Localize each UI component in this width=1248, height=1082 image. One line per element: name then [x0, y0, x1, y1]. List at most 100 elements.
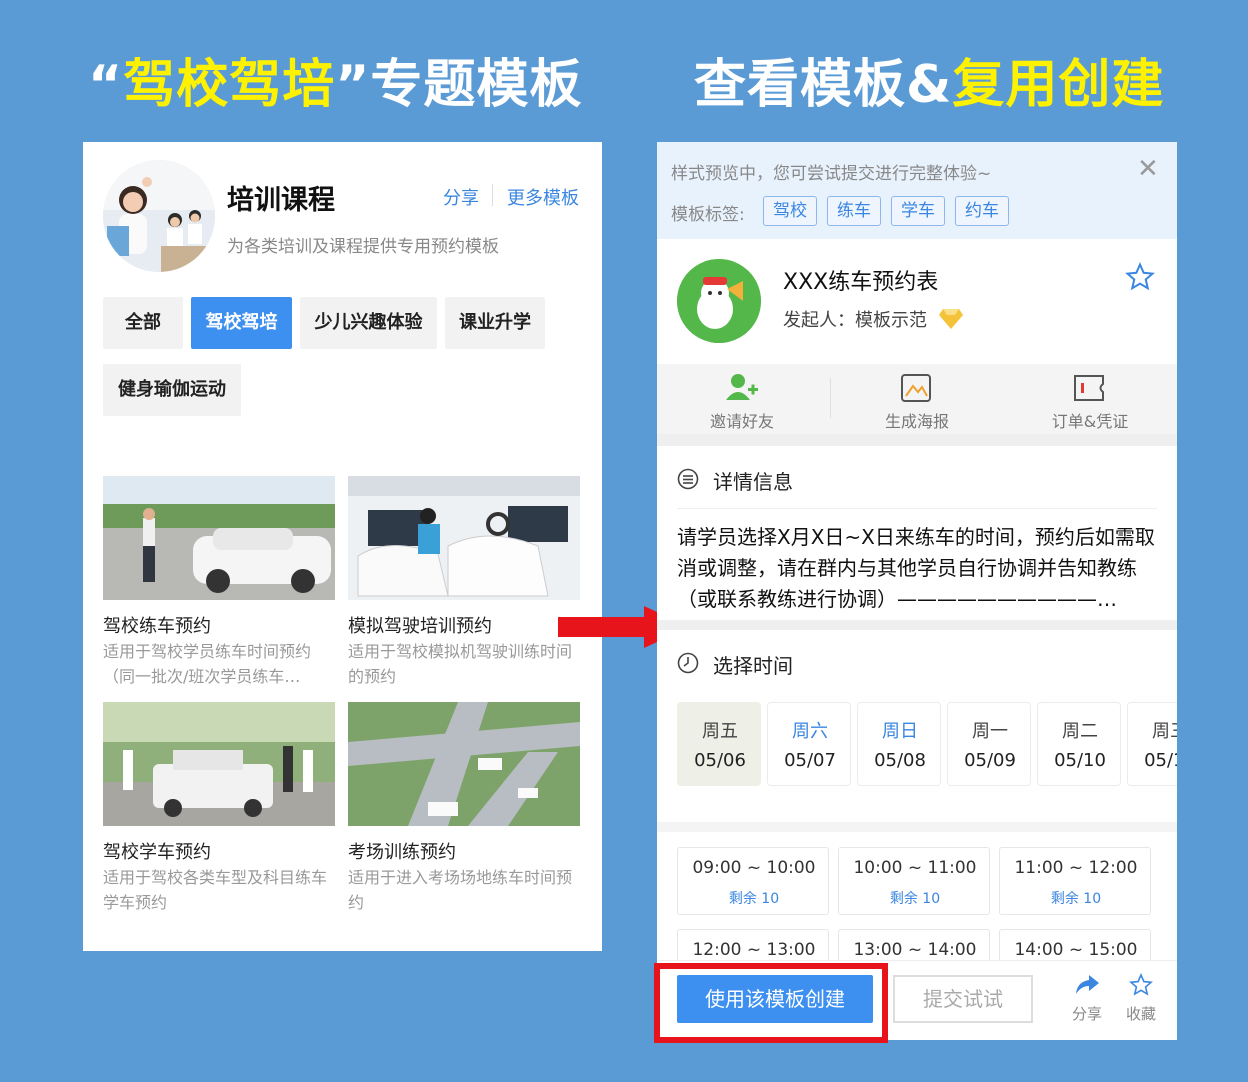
invite-friends-label: 邀请好友 [709, 412, 774, 431]
headline-highlight: 复用创建 [952, 55, 1165, 115]
headline-quote: “ [88, 55, 124, 115]
day-date: 05/10 [1054, 750, 1106, 771]
day-tile[interactable]: 周六 05/07 [767, 702, 851, 786]
preview-banner: 样式预览中，您可尝试提交进行完整体验~ ✕ 模板标签: 驾校 练车 学车 约车 [657, 142, 1177, 239]
headline-right: 查看模板&复用创建 [694, 42, 1164, 117]
tags-label: 模板标签: [671, 205, 745, 225]
form-logo [677, 259, 761, 343]
header-divider [492, 184, 493, 206]
slot-time: 09:00 ~ 10:00 [692, 858, 816, 878]
slot-time: 12:00 ~ 13:00 [692, 940, 816, 960]
time-slot[interactable]: 09:00 ~ 10:00 剩余 10 [677, 847, 829, 915]
card-desc-exam-field: 适用于进入考场场地练车时间预约 [348, 868, 573, 912]
favorite-label: 收藏 [1125, 1005, 1156, 1023]
day-date: 05/07 [784, 750, 836, 771]
card-desc-practice: 适用于驾校学员练车时间预约（同一批次/班次学员练车… [103, 642, 312, 686]
category-tab-driving[interactable]: 驾校驾培 [191, 297, 292, 349]
day-tile[interactable]: 周一 05/09 [947, 702, 1031, 786]
add-user-icon [726, 374, 758, 400]
image-icon [901, 374, 931, 402]
day-date: 05/06 [694, 750, 746, 771]
day-date: 05/08 [874, 750, 926, 771]
day-weekday: 周六 [792, 721, 828, 742]
close-icon[interactable]: ✕ [1137, 154, 1159, 184]
slot-remaining: 剩余 10 [1050, 891, 1102, 907]
section-gap [657, 822, 1177, 832]
star-icon[interactable] [1125, 262, 1155, 292]
section-gap [657, 620, 1177, 630]
category-title: 培训课程 [227, 185, 335, 216]
slot-time: 13:00 ~ 14:00 [853, 940, 977, 960]
category-tab-kids[interactable]: 少儿兴趣体验 [300, 297, 437, 349]
template-tag[interactable]: 学车 [891, 196, 945, 226]
card-desc-simulator: 适用于驾校模拟机驾驶训练时间的预约 [348, 642, 573, 686]
share-icon [1076, 975, 1099, 994]
template-category-panel: 培训课程 分享 更多模板 为各类培训及课程提供专用预约模板 全部 驾校驾培 少儿… [83, 142, 602, 951]
list-icon [677, 468, 699, 490]
day-tile[interactable]: 周五 05/06 [677, 702, 761, 786]
slot-time: 10:00 ~ 11:00 [853, 858, 977, 878]
highlight-box [654, 963, 888, 1043]
template-tag[interactable]: 驾校 [763, 196, 817, 226]
more-templates-link[interactable]: 更多模板 [507, 184, 579, 210]
section-gap [657, 434, 1177, 446]
card-desc-learning: 适用于驾校各类车型及科目练车学车预约 [103, 868, 328, 912]
category-subtitle: 为各类培训及课程提供专用预约模板 [227, 237, 499, 257]
card-image-exam-field[interactable] [348, 702, 580, 826]
action-divider [830, 378, 831, 418]
day-weekday: 周三 [1152, 721, 1177, 742]
category-tab-academic[interactable]: 课业升学 [445, 297, 545, 349]
headline-rest: ”专题模板 [335, 55, 583, 115]
share-link[interactable]: 分享 [443, 184, 479, 210]
form-initiator: 发起人：模板示范 [783, 310, 927, 331]
submit-try-button[interactable]: 提交试试 [893, 975, 1033, 1023]
star-icon [1129, 973, 1153, 996]
headline-highlight: 驾校驾培 [123, 55, 336, 115]
template-tag[interactable]: 约车 [955, 196, 1009, 226]
share-label: 分享 [1071, 1005, 1102, 1023]
category-tab-fitness[interactable]: 健身瑜伽运动 [103, 364, 241, 416]
generate-poster-button[interactable]: 生成海报 [832, 364, 1002, 434]
form-title: XXX练车预约表 [783, 270, 939, 295]
headline-left: “驾校驾培”专题模板 [88, 42, 582, 117]
action-bar: 邀请好友 生成海报 订单&凭证 [657, 364, 1177, 434]
card-title-simulator[interactable]: 模拟驾驶培训预约 [348, 612, 492, 638]
day-weekday: 周五 [702, 721, 738, 742]
headline-plain: 查看模板& [694, 55, 953, 115]
detail-heading: 详情信息 [713, 470, 793, 494]
day-weekday: 周日 [882, 721, 918, 742]
slot-remaining: 剩余 10 [889, 891, 941, 907]
slot-remaining: 剩余 10 [728, 891, 780, 907]
slot-time: 11:00 ~ 12:00 [1014, 858, 1138, 878]
diamond-icon [939, 309, 963, 329]
card-image-simulator[interactable] [348, 476, 580, 600]
day-weekday: 周二 [1062, 721, 1098, 742]
category-tab-all[interactable]: 全部 [103, 297, 183, 349]
orders-vouchers-label: 订单&凭证 [1051, 412, 1129, 431]
ticket-icon [1074, 375, 1104, 401]
section-divider [677, 508, 1157, 509]
template-preview-panel: 样式预览中，您可尝试提交进行完整体验~ ✕ 模板标签: 驾校 练车 学车 约车 … [657, 142, 1177, 1040]
template-tag[interactable]: 练车 [827, 196, 881, 226]
day-date: 05/11 [1144, 750, 1177, 771]
card-image-learning[interactable] [103, 702, 335, 826]
detail-text: 请学员选择X月X日~X日来练车的时间，预约后如需取消或调整，请在群内与其他学员自… [677, 525, 1155, 611]
day-weekday: 周一 [972, 721, 1008, 742]
card-image-practice[interactable] [103, 476, 335, 600]
time-slot[interactable]: 11:00 ~ 12:00 剩余 10 [999, 847, 1151, 915]
card-title-learning[interactable]: 驾校学车预约 [103, 838, 211, 864]
day-tile[interactable]: 周三 05/11 [1127, 702, 1177, 786]
orders-vouchers-button[interactable]: 订单&凭证 [1005, 364, 1175, 434]
time-slot[interactable]: 10:00 ~ 11:00 剩余 10 [838, 847, 990, 915]
generate-poster-label: 生成海报 [884, 412, 949, 431]
day-tile[interactable]: 周二 05/10 [1037, 702, 1121, 786]
card-title-practice[interactable]: 驾校练车预约 [103, 612, 211, 638]
day-tile[interactable]: 周日 05/08 [857, 702, 941, 786]
time-heading: 选择时间 [713, 654, 793, 678]
invite-friends-button[interactable]: 邀请好友 [657, 364, 827, 434]
card-title-exam-field[interactable]: 考场训练预约 [348, 838, 456, 864]
clock-icon [677, 652, 699, 674]
slot-time: 14:00 ~ 15:00 [1014, 940, 1138, 960]
favorite-button[interactable]: 收藏 [1121, 973, 1161, 1024]
share-button[interactable]: 分享 [1067, 973, 1107, 1024]
